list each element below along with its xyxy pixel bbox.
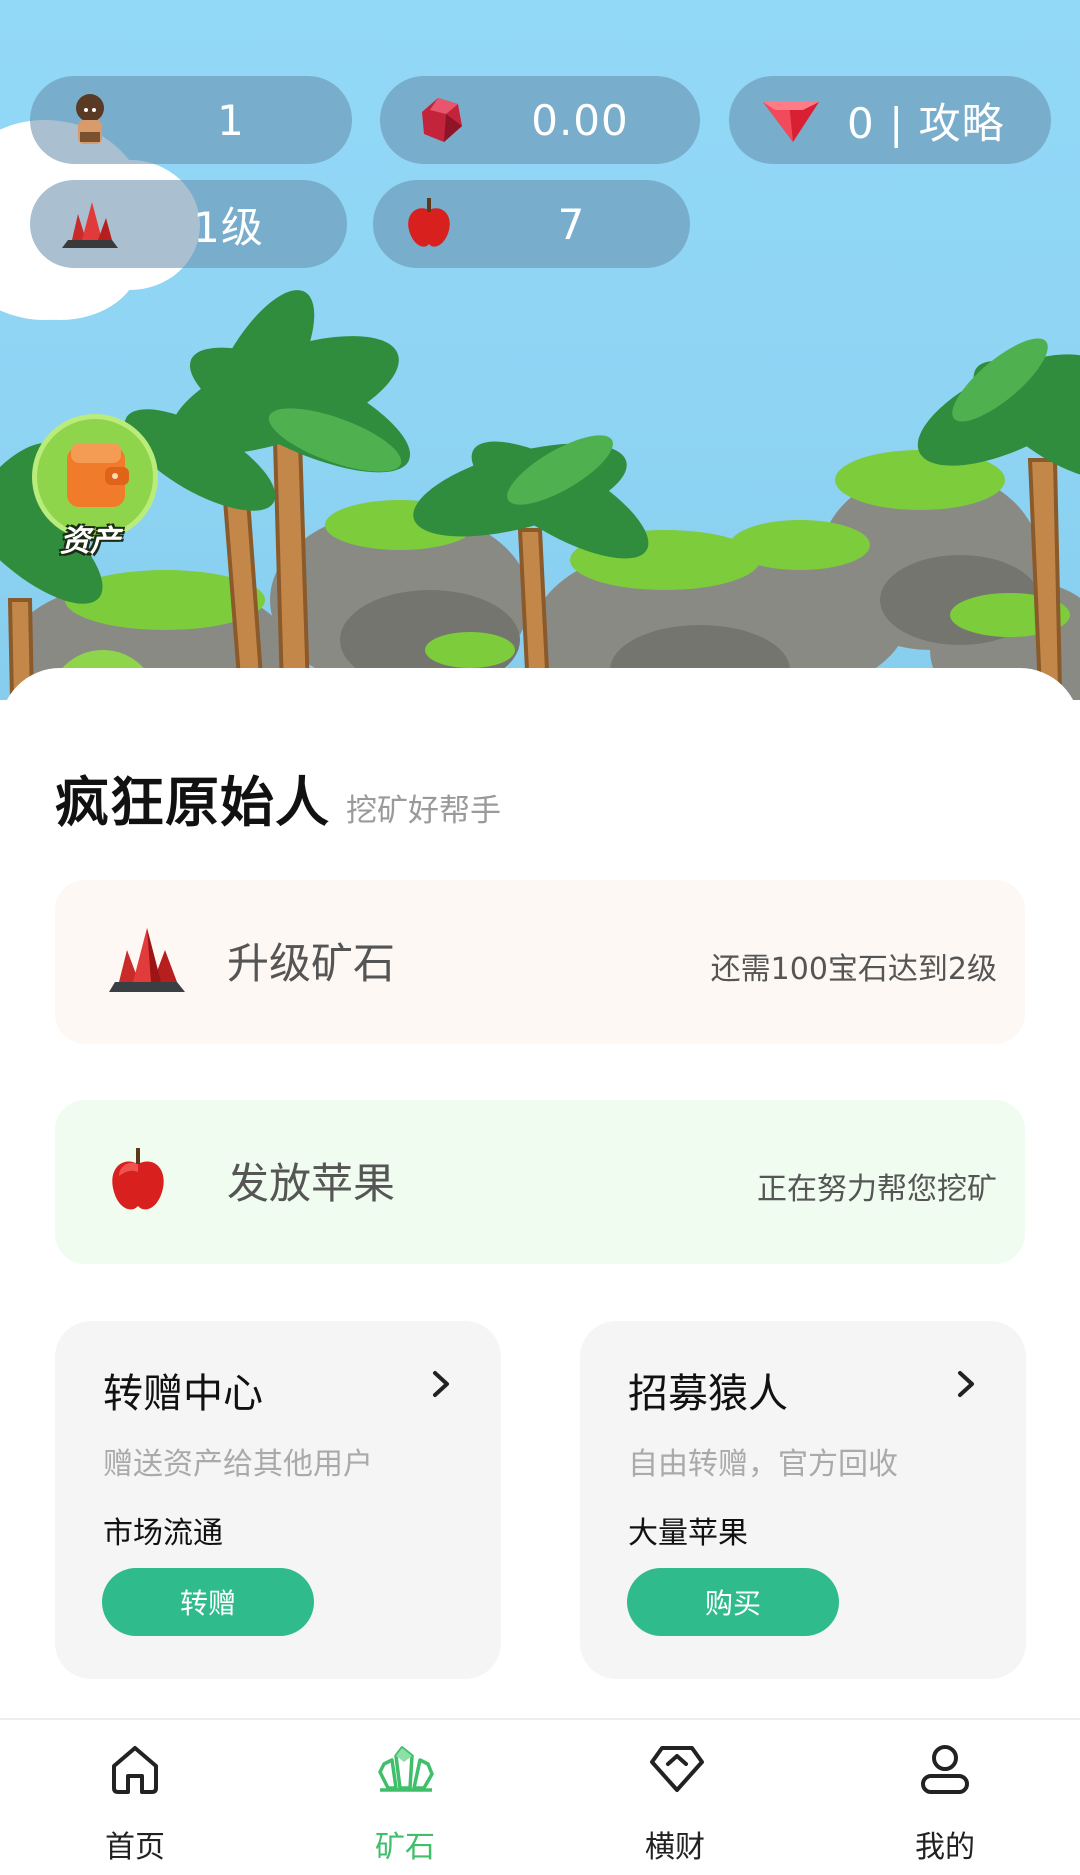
recruit-apes-card[interactable]: 招募猿人 自由转赠，官方回收 大量苹果 购买 bbox=[580, 1321, 1026, 1679]
upgrade-ore-title: 升级矿石 bbox=[227, 939, 396, 988]
guide-link[interactable]: 0 | 攻略 bbox=[847, 90, 1041, 151]
main-panel: 疯狂原始人 挖矿好帮手 升级矿石 还需100宝石达到2级 发放苹果 正在努力帮您… bbox=[0, 668, 1080, 1718]
chevron-right-icon[interactable] bbox=[431, 1369, 451, 1399]
ore-level: 1级 bbox=[193, 202, 264, 252]
upgrade-ore-card[interactable]: 升级矿石 还需100宝石达到2级 bbox=[55, 880, 1025, 1044]
red-crystal-icon bbox=[62, 202, 118, 248]
stat-gems[interactable]: 0.00 bbox=[380, 76, 700, 164]
title-row: 疯狂原始人 挖矿好帮手 bbox=[55, 758, 501, 837]
bottom-tab-bar: 首页 矿石 横财 我的 bbox=[0, 1718, 1080, 1875]
tab-windfall-label: 横财 bbox=[645, 1830, 705, 1865]
apples-count: 7 bbox=[557, 199, 586, 249]
red-gem-icon bbox=[763, 102, 819, 142]
tab-ore-label: 矿石 bbox=[375, 1830, 435, 1865]
apple-icon bbox=[112, 1148, 164, 1210]
crystal-icon bbox=[378, 1746, 434, 1792]
caveman-icon bbox=[76, 94, 104, 144]
upgrade-ore-note: 还需100宝石达到2级 bbox=[710, 952, 997, 987]
asset-label: 资产 bbox=[60, 524, 120, 559]
recruit-apes-title: 招募猿人 bbox=[628, 1371, 788, 1417]
transfer-center-card[interactable]: 转赠中心 赠送资产给其他用户 市场流通 转赠 bbox=[55, 1321, 501, 1679]
tab-home[interactable]: 首页 bbox=[0, 1720, 270, 1875]
tab-ore[interactable]: 矿石 bbox=[270, 1720, 540, 1875]
tab-windfall[interactable]: 横财 bbox=[540, 1720, 810, 1875]
page-title: 疯狂原始人 bbox=[55, 771, 330, 834]
wallet-icon bbox=[67, 443, 129, 507]
user-icon bbox=[921, 1745, 969, 1794]
recruit-apes-tag: 大量苹果 bbox=[628, 1516, 748, 1551]
recruit-apes-desc: 自由转赠，官方回收 bbox=[628, 1447, 898, 1482]
buy-button[interactable]: 购买 bbox=[627, 1568, 839, 1636]
tab-mine-label: 我的 bbox=[915, 1830, 975, 1865]
gems-balance: 0.00 bbox=[531, 95, 629, 145]
page-subtitle: 挖矿好帮手 bbox=[346, 793, 501, 829]
transfer-center-desc: 赠送资产给其他用户 bbox=[103, 1447, 373, 1482]
tab-home-label: 首页 bbox=[105, 1830, 165, 1865]
stat-guide[interactable]: 0 | 攻略 bbox=[729, 76, 1051, 164]
distribute-apples-note: 正在努力帮您挖矿 bbox=[757, 1172, 997, 1207]
transfer-center-title: 转赠中心 bbox=[103, 1371, 263, 1417]
stat-ore-level[interactable]: 1级 bbox=[30, 180, 347, 268]
distribute-apples-card[interactable]: 发放苹果 正在努力帮您挖矿 bbox=[55, 1100, 1025, 1264]
chevron-right-icon[interactable] bbox=[956, 1369, 976, 1399]
transfer-button[interactable]: 转赠 bbox=[102, 1568, 314, 1636]
red-crystal-icon bbox=[109, 928, 185, 992]
diamond-icon bbox=[650, 1746, 704, 1792]
home-icon bbox=[112, 1746, 158, 1794]
tab-mine[interactable]: 我的 bbox=[810, 1720, 1080, 1875]
characters-count: 1 bbox=[217, 95, 245, 145]
apple-icon bbox=[408, 198, 450, 247]
transfer-center-tag: 市场流通 bbox=[103, 1516, 223, 1551]
distribute-apples-title: 发放苹果 bbox=[227, 1159, 396, 1208]
ruby-icon bbox=[422, 98, 462, 142]
stat-apples[interactable]: 7 bbox=[373, 180, 690, 268]
stat-characters[interactable]: 1 bbox=[30, 76, 352, 164]
